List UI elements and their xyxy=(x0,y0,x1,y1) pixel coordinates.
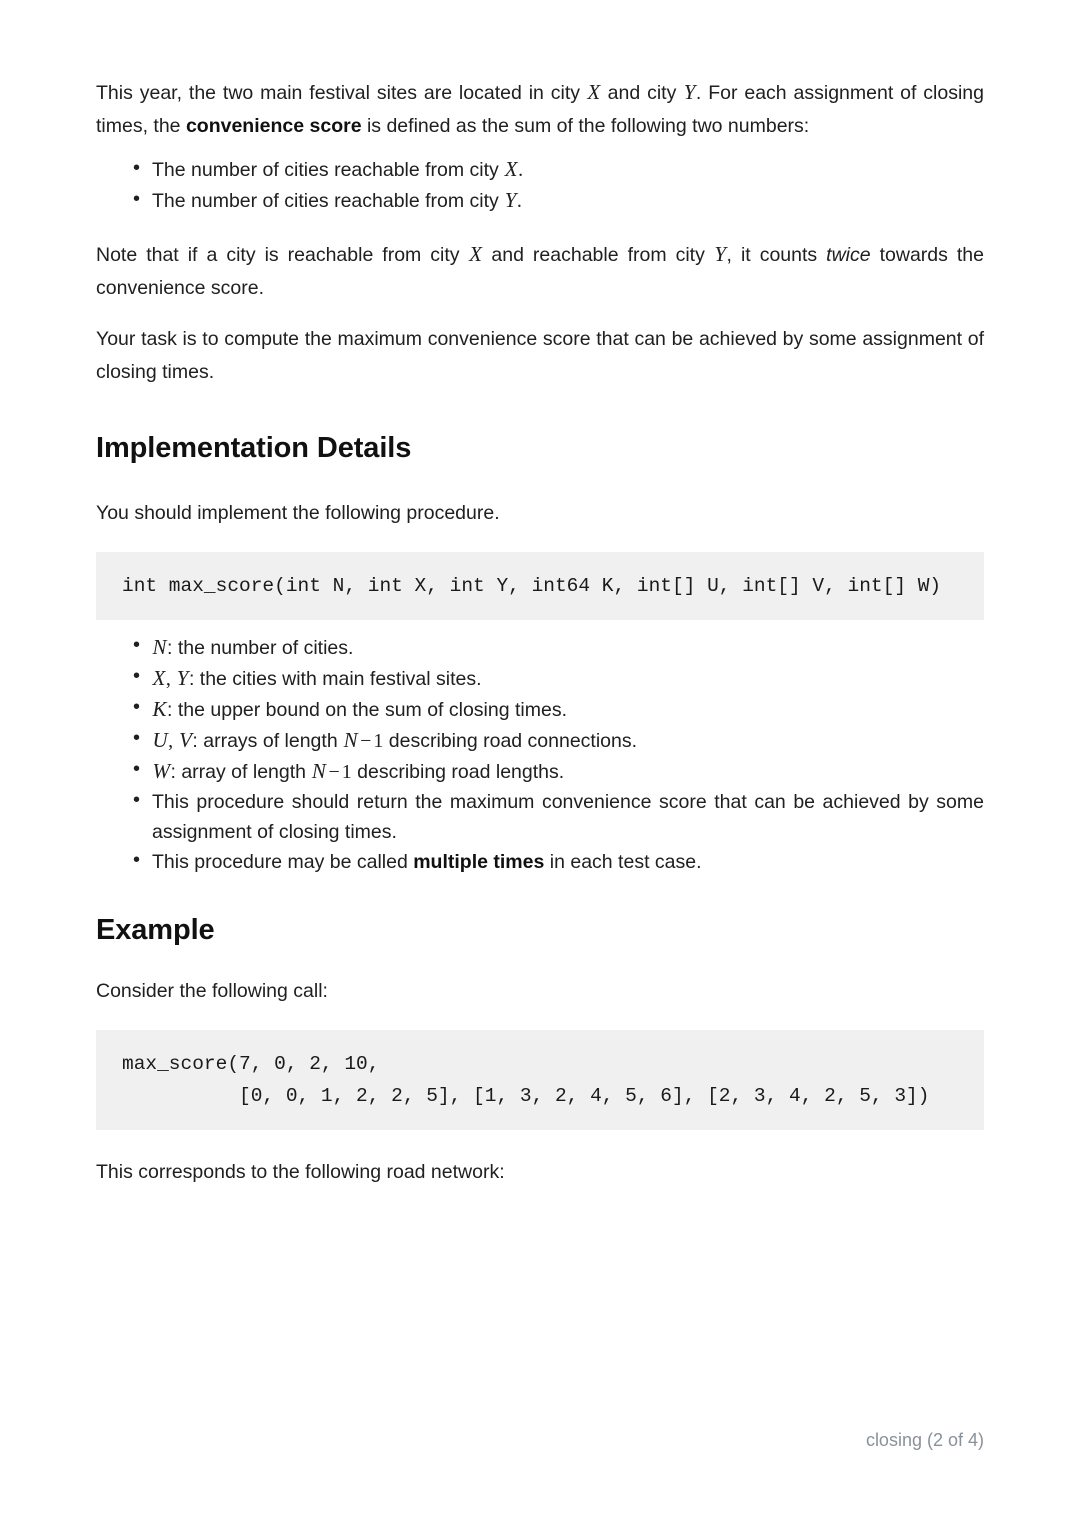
math-var-v: V xyxy=(179,728,192,752)
road-network-caption: This corresponds to the following road n… xyxy=(96,1161,505,1183)
bullet-text-suffix: . xyxy=(518,159,524,181)
list-item: This procedure should return the maximum… xyxy=(133,786,984,847)
example-heading: Example xyxy=(96,914,215,946)
param-description: : the cities with main festival sites. xyxy=(188,668,482,690)
note-paragraph: Note that if a city is reachable from ci… xyxy=(96,238,984,305)
math-var-y: Y xyxy=(176,666,189,690)
list-item: W: array of length N−1 describing road l… xyxy=(133,755,984,787)
math-var-y: Y xyxy=(714,242,727,266)
math-var-x: X xyxy=(587,80,601,104)
return-note: This procedure should return the maximum… xyxy=(152,791,984,843)
math-var-k: K xyxy=(152,697,167,721)
document-page: This year, the two main festival sites a… xyxy=(0,0,1080,1528)
param-description: : the number of cities. xyxy=(167,637,354,659)
bullet-text-prefix: The number of cities reachable from city xyxy=(152,159,505,181)
intro-paragraph: This year, the two main festival sites a… xyxy=(96,76,984,143)
convenience-score-term: convenience score xyxy=(185,115,362,137)
math-var-n: N xyxy=(311,759,326,783)
reachable-bullet-list: The number of cities reachable from city… xyxy=(96,154,984,216)
list-item: X, Y: the cities with main festival site… xyxy=(133,662,984,694)
note-seg3: , it counts xyxy=(726,244,827,266)
list-item: This procedure may be called multiple ti… xyxy=(133,846,984,877)
param-description-pre: : array of length xyxy=(170,761,312,783)
multiple-times-term: multiple times xyxy=(413,851,545,873)
intro-seg1: This year, the two main festival sites a… xyxy=(96,82,587,104)
page-footer: closing (2 of 4) xyxy=(865,1430,984,1450)
list-item: The number of cities reachable from city… xyxy=(133,185,984,216)
param-description: : the upper bound on the sum of closing … xyxy=(167,699,568,721)
param-description-post: describing road connections. xyxy=(383,730,638,752)
param-description-post: describing road lengths. xyxy=(351,761,565,783)
math-number-one: 1 xyxy=(341,761,352,783)
math-comma: , xyxy=(168,730,174,752)
math-var-x: X xyxy=(152,666,166,690)
task-paragraph: Your task is to compute the maximum conv… xyxy=(96,328,984,383)
math-var-n: N xyxy=(152,635,167,659)
implementation-lead-in: You should implement the following proce… xyxy=(96,502,500,524)
math-comma: , xyxy=(165,668,171,690)
math-var-y: Y xyxy=(683,80,696,104)
twice-emphasis: twice xyxy=(826,244,871,266)
intro-seg2: and city xyxy=(600,82,684,104)
math-var-x: X xyxy=(469,242,482,266)
procedure-signature-codeblock: int max_score(int N, int X, int Y, int64… xyxy=(96,552,984,620)
list-item: The number of cities reachable from city… xyxy=(133,154,984,185)
math-var-x: X xyxy=(504,157,518,181)
example-lead-in: Consider the following call: xyxy=(96,980,328,1002)
list-item: U, V: arrays of length N−1 describing ro… xyxy=(133,724,984,756)
math-number-one: 1 xyxy=(373,730,384,752)
math-var-y: Y xyxy=(504,188,517,212)
list-item: N: the number of cities. xyxy=(133,631,984,663)
call-line-1: max_score(7, 0, 2, 10, xyxy=(122,1053,380,1075)
implementation-details-heading: Implementation Details xyxy=(96,432,412,464)
multi-call-note-post: in each test case. xyxy=(544,851,702,873)
intro-seg4: is defined as the sum of the following t… xyxy=(361,115,810,137)
note-seg1: Note that if a city is reachable from ci… xyxy=(96,244,469,266)
parameter-bullet-list: N: the number of cities. X, Y: the citie… xyxy=(96,631,984,877)
call-line-2: [0, 0, 1, 2, 2, 5], [1, 3, 2, 4, 5, 6], … xyxy=(122,1085,930,1107)
param-description-pre: : arrays of length xyxy=(192,730,344,752)
note-seg2: and reachable from city xyxy=(482,244,714,266)
math-minus-operator: − xyxy=(360,730,372,752)
bullet-text-suffix: . xyxy=(516,190,522,212)
document-content: This year, the two main festival sites a… xyxy=(96,76,984,1189)
multi-call-note-pre: This procedure may be called xyxy=(152,851,414,873)
math-var-w: W xyxy=(152,759,171,783)
math-var-u: U xyxy=(152,728,168,752)
bullet-text-prefix: The number of cities reachable from city xyxy=(152,190,505,212)
list-item: K: the upper bound on the sum of closing… xyxy=(133,693,984,725)
math-minus-operator: − xyxy=(328,761,340,783)
example-call-codeblock: max_score(7, 0, 2, 10, [0, 0, 1, 2, 2, 5… xyxy=(96,1030,984,1130)
math-var-n: N xyxy=(343,728,358,752)
